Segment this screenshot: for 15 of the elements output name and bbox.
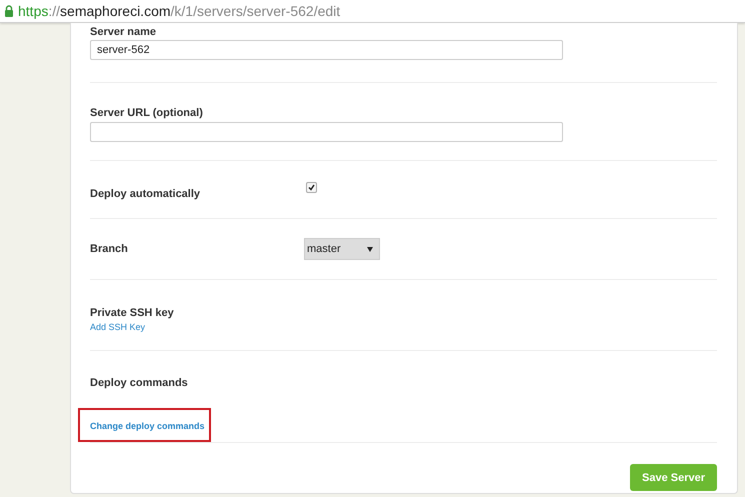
caret-icon — [367, 246, 373, 252]
link[interactable]: Add SSH Key — [90, 322, 146, 332]
field-label: Deploy commands — [90, 377, 189, 389]
branch-dropdown[interactable]: master — [304, 238, 380, 260]
text-field[interactable] — [90, 122, 563, 142]
field-label: Branch — [90, 243, 129, 255]
field-label: Server URL (optional) — [90, 107, 204, 119]
field-label: Deploy automatically — [90, 188, 202, 200]
url-text[interactable]: https://semaphoreci.com/k/1/servers/server-562/edit — [18, 3, 340, 19]
field-label: Server name — [90, 26, 158, 38]
checkbox[interactable] — [306, 182, 317, 193]
lock-icon — [4, 5, 14, 17]
field-label: Private SSH key — [90, 307, 175, 319]
text-field[interactable]: server-562 — [90, 40, 563, 60]
link[interactable]: Change deploy commands — [90, 421, 205, 431]
